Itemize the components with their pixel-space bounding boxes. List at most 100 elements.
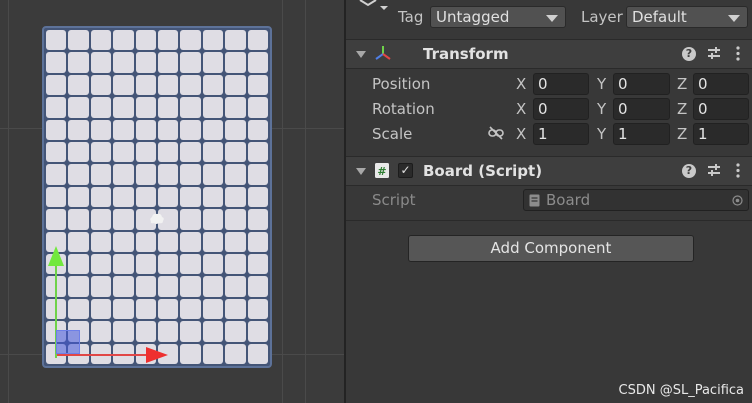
- gameobject-icon[interactable]: [358, 0, 390, 14]
- board-cell: [90, 52, 112, 73]
- board-cell: [180, 186, 201, 208]
- board-cell: [180, 253, 201, 275]
- board-script-header[interactable]: # ✓ Board (Script) ?: [346, 156, 752, 186]
- rotation-y-field[interactable]: 0: [613, 98, 670, 120]
- board-cell: [225, 119, 246, 140]
- board-cell: [157, 119, 179, 140]
- board-cell: [247, 276, 268, 297]
- board-cell: [90, 74, 112, 96]
- add-component-button[interactable]: Add Component: [408, 235, 694, 262]
- board-cell: [135, 231, 156, 252]
- help-icon[interactable]: ?: [682, 164, 696, 178]
- board-object[interactable]: [42, 26, 272, 368]
- board-cell: [202, 119, 224, 140]
- watermark: CSDN @SL_Pacifica: [618, 383, 744, 398]
- foldout-arrow-icon[interactable]: [356, 51, 366, 58]
- board-cell: [202, 276, 224, 297]
- constrain-proportions-icon[interactable]: [488, 126, 504, 140]
- move-gizmo-y-arrow-icon[interactable]: [48, 246, 64, 266]
- board-cell: [135, 52, 156, 73]
- board-cell: [157, 186, 179, 208]
- board-cell: [202, 74, 224, 96]
- board-cell: [90, 231, 112, 252]
- board-cell: [202, 253, 224, 275]
- transform-header[interactable]: Transform ?: [346, 39, 752, 69]
- layer-dropdown[interactable]: Default: [626, 6, 748, 28]
- scene-grid-line: [8, 0, 9, 403]
- tag-dropdown[interactable]: Untagged: [430, 6, 566, 28]
- board-cell: [113, 253, 134, 275]
- board-cell: [202, 231, 224, 252]
- foldout-arrow-icon[interactable]: [356, 168, 366, 175]
- scale-z-field[interactable]: 1: [693, 123, 749, 145]
- board-cell: [157, 298, 179, 320]
- board-cell: [180, 276, 201, 297]
- script-object-field[interactable]: Board: [523, 189, 749, 211]
- preset-sliders-icon[interactable]: [707, 46, 721, 60]
- position-z-field[interactable]: 0: [693, 73, 749, 95]
- board-cell: [135, 164, 156, 185]
- board-cell: [202, 164, 224, 185]
- board-cell: [135, 30, 156, 51]
- board-cell: [90, 164, 112, 185]
- scale-x-field[interactable]: 1: [533, 123, 589, 145]
- board-cell: [90, 119, 112, 140]
- transform-title: Transform: [423, 45, 509, 63]
- scale-label: Scale: [372, 125, 413, 143]
- move-gizmo-xy-plane-handle[interactable]: [56, 330, 80, 354]
- board-cell: [68, 209, 89, 230]
- axis-x-label[interactable]: X: [516, 125, 526, 143]
- position-y-field[interactable]: 0: [613, 73, 670, 95]
- scale-y-field[interactable]: 1: [613, 123, 670, 145]
- board-cell: [90, 141, 112, 163]
- move-gizmo-x-arrow-icon[interactable]: [146, 347, 168, 363]
- transform-axes-icon: [375, 46, 391, 60]
- board-cell: [135, 186, 156, 208]
- component-enabled-checkbox[interactable]: ✓: [398, 163, 413, 178]
- object-picker-icon[interactable]: [732, 195, 743, 206]
- help-icon[interactable]: ?: [682, 47, 696, 61]
- board-cell: [180, 298, 201, 320]
- board-cell: [180, 119, 201, 140]
- board-cell: [113, 30, 134, 51]
- board-cell: [90, 321, 112, 342]
- move-gizmo-x-axis[interactable]: [57, 354, 149, 356]
- axis-y-label[interactable]: Y: [597, 75, 606, 93]
- axis-x-label[interactable]: X: [516, 100, 526, 118]
- board-cell: [202, 97, 224, 118]
- axis-y-label[interactable]: Y: [597, 125, 606, 143]
- axis-x-label[interactable]: X: [516, 75, 526, 93]
- position-x-field[interactable]: 0: [533, 73, 589, 95]
- axis-z-label[interactable]: Z: [677, 75, 687, 93]
- board-cell: [180, 74, 201, 96]
- board-cell: [113, 209, 134, 230]
- board-cell: [46, 186, 67, 208]
- board-cell: [247, 343, 268, 364]
- board-cell: [157, 321, 179, 342]
- board-cell: [135, 276, 156, 297]
- board-cell: [90, 30, 112, 51]
- script-asset-icon: [529, 194, 540, 207]
- board-cell: [68, 74, 89, 96]
- board-cell: [225, 231, 246, 252]
- board-cell: [68, 231, 89, 252]
- axis-y-label[interactable]: Y: [597, 100, 606, 118]
- kebab-menu-icon[interactable]: [735, 46, 741, 61]
- layer-label: Layer: [581, 8, 623, 26]
- board-cell: [247, 52, 268, 73]
- board-cell: [225, 52, 246, 73]
- board-script-title: Board (Script): [423, 162, 543, 180]
- rotation-z-field[interactable]: 0: [693, 98, 749, 120]
- board-cell: [68, 186, 89, 208]
- board-cell: [135, 141, 156, 163]
- board-cell: [157, 276, 179, 297]
- axis-z-label[interactable]: Z: [677, 125, 687, 143]
- axis-z-label[interactable]: Z: [677, 100, 687, 118]
- preset-sliders-icon[interactable]: [707, 163, 721, 177]
- script-file-icon: #: [375, 163, 389, 178]
- rotation-x-field[interactable]: 0: [533, 98, 589, 120]
- scene-view[interactable]: [0, 0, 344, 403]
- board-cell: [68, 52, 89, 73]
- kebab-menu-icon[interactable]: [735, 163, 741, 178]
- script-value: Board: [546, 191, 591, 209]
